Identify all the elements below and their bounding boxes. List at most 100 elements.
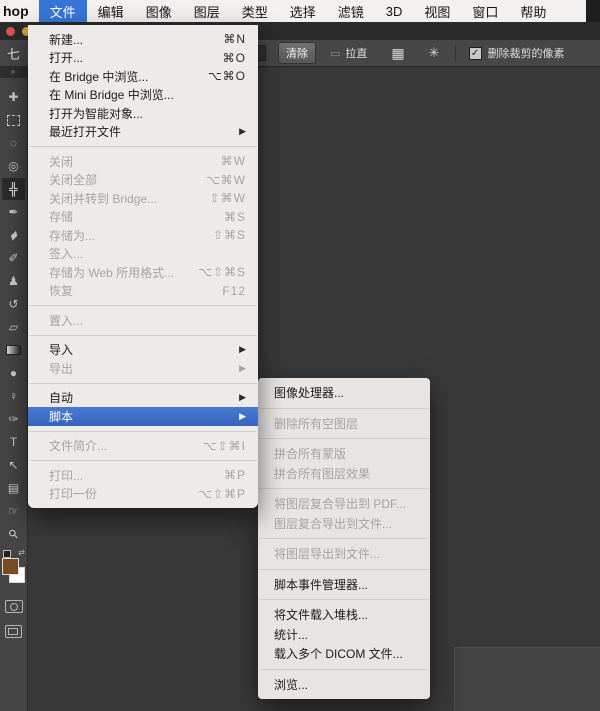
menu-item-shortcut: ⌘P [223, 468, 246, 483]
menu-item[interactable]: 置入... [28, 311, 258, 330]
file-menu-dropdown: 新建... ⌘N 打开... ⌘O 在 Bridge 中浏览... ⌥⌘O 在 Mini B… [28, 25, 258, 508]
menubar-item[interactable]: 3D [375, 0, 414, 22]
crop-tool-icon[interactable]: ╬ [2, 178, 25, 200]
overlay-grid-icon[interactable]: ▦ [391, 45, 404, 62]
menu-item[interactable]: 载入多个 DICOM 文件... [258, 644, 430, 664]
menu-item[interactable]: 统计... [258, 625, 430, 645]
menubar-item[interactable]: 图像 [135, 0, 183, 22]
zoom-tool-icon[interactable]: ⚲ [2, 523, 25, 545]
move-tool-icon[interactable]: ✚ [2, 86, 25, 108]
menu-item[interactable]: 文件简介... ⌥⇧⌘I [28, 437, 258, 456]
app-menu-title[interactable]: hop [0, 0, 39, 22]
menu-item[interactable]: 存储为 Web 所用格式... ⌥⇧⌘S [28, 263, 258, 282]
menu-item[interactable]: 将文件载入堆栈... [258, 605, 430, 625]
gradient-tool-icon[interactable] [2, 339, 25, 361]
pen-tool-icon[interactable]: ✑ [2, 408, 25, 430]
menu-item[interactable]: 脚本 ▶ [28, 407, 258, 426]
menu-item-label: 拼合所有蒙版 [274, 447, 347, 462]
rectangle-tool-icon[interactable]: ▤ [2, 477, 25, 499]
menu-item[interactable]: 关闭全部 ⌥⌘W [28, 171, 258, 190]
menu-item-label: 关闭并转到 Bridge... [49, 191, 158, 206]
menu-item[interactable]: 在 Mini Bridge 中浏览... [28, 86, 258, 105]
clear-button[interactable]: 清除 [278, 42, 317, 64]
menu-item[interactable]: 关闭并转到 Bridge... ⇧⌘W [28, 189, 258, 208]
dodge-tool-icon[interactable]: ♀ [2, 385, 25, 407]
path-selection-tool-icon[interactable]: ↖ [2, 454, 25, 476]
eraser-tool-icon[interactable]: ▱ [2, 316, 25, 338]
menu-item[interactable]: 新建... ⌘N [28, 30, 258, 49]
menu-item-label: 将图层复合导出到 PDF... [274, 497, 407, 512]
menubar-item[interactable]: 图层 [183, 0, 231, 22]
menu-item[interactable]: 将图层导出到文件... [258, 544, 430, 564]
blur-tool-icon[interactable]: ● [2, 362, 25, 384]
menubar-item[interactable]: 帮助 [509, 0, 557, 22]
menu-item[interactable]: 最近打开文件 ▶ [28, 123, 258, 142]
menubar-item[interactable]: 编辑 [87, 0, 135, 22]
menubar-item[interactable]: 类型 [231, 0, 279, 22]
menu-item[interactable]: 删除所有空图层 [258, 414, 430, 434]
menubar-item[interactable]: 滤镜 [327, 0, 375, 22]
menu-item[interactable]: 导出 ▶ [28, 359, 258, 378]
menu-item[interactable]: 将图层复合导出到 PDF... [258, 494, 430, 514]
menu-item[interactable]: 图层复合导出到文件... [258, 514, 430, 534]
menu-item[interactable]: 拼合所有蒙版 [258, 444, 430, 464]
straighten-label: 拉直 [345, 48, 368, 60]
menu-item[interactable]: 在 Bridge 中浏览... ⌥⌘O [28, 67, 258, 86]
menu-item[interactable]: 打印一份 ⌥⇧⌘P [28, 485, 258, 504]
menubar-item[interactable]: 窗口 [461, 0, 509, 22]
menu-item-label: 图像处理器... [274, 386, 345, 401]
menu-item[interactable]: 存储 ⌘S [28, 208, 258, 227]
quick-mask-mode-button[interactable] [4, 600, 23, 613]
screen-mode-button[interactable] [5, 625, 22, 638]
menu-item-label: 在 Mini Bridge 中浏览... [49, 88, 174, 103]
menu-item[interactable]: 存储为... ⇧⌘S [28, 226, 258, 245]
default-colors-icon[interactable] [3, 550, 11, 558]
menu-item[interactable]: 恢复 F12 [28, 282, 258, 301]
crop-settings-gear-icon[interactable]: ✳ [429, 45, 440, 61]
menu-item-label: 关闭 [49, 154, 74, 169]
menu-item[interactable]: 签入... [28, 245, 258, 264]
menu-item[interactable]: 导入 ▶ [28, 341, 258, 360]
checkbox-check-icon: ✓ [468, 46, 482, 60]
menubar-item[interactable]: 文件 [38, 0, 87, 22]
menu-item-shortcut: ⇧⌘S [212, 228, 246, 243]
quick-selection-tool-icon[interactable]: ◎ [2, 155, 25, 177]
menu-item-label: 脚本事件管理器... [274, 577, 369, 592]
panel-corner [454, 647, 600, 711]
menu-item[interactable]: 拼合所有图层效果 [258, 464, 430, 484]
menu-item[interactable]: 打开为智能对象... [28, 104, 258, 123]
delete-cropped-pixels-checkbox[interactable]: ✓ 删除裁剪的像素 [468, 45, 565, 61]
lasso-tool-icon[interactable]: ◌ [2, 132, 25, 154]
rectangular-marquee-tool-icon[interactable] [2, 109, 25, 131]
menu-item-shortcut: ⌘W [220, 154, 246, 169]
menu-item[interactable]: 打开... ⌘O [28, 49, 258, 68]
menubar-item[interactable]: 视图 [413, 0, 461, 22]
brush-tool-icon[interactable]: ✐ [2, 247, 25, 269]
foreground-color-swatch[interactable] [2, 558, 19, 575]
close-button[interactable] [6, 27, 15, 36]
eyedropper-tool-icon[interactable]: ✒ [2, 201, 25, 223]
hand-tool-icon[interactable]: ☞ [2, 500, 25, 522]
menu-item-label: 统计... [274, 627, 309, 642]
menu-item-label: 签入... [49, 247, 84, 262]
menu-item[interactable]: 浏览... [258, 675, 430, 695]
spot-healing-brush-tool-icon[interactable]: ▰ [2, 224, 25, 246]
menu-item[interactable]: 脚本事件管理器... [258, 575, 430, 595]
clone-stamp-tool-icon[interactable]: ♟ [2, 270, 25, 292]
menu-item[interactable]: 自动 ▶ [28, 389, 258, 408]
menu-item[interactable]: 打印... ⌘P [28, 466, 258, 485]
menu-item-shortcut: ⌘N [223, 32, 246, 47]
menu-item[interactable]: 图像处理器... [258, 383, 430, 403]
history-brush-tool-icon[interactable]: ↺ [2, 293, 25, 315]
menu-item-label: 在 Bridge 中浏览... [49, 69, 149, 84]
menubar-item[interactable]: 选择 [279, 0, 327, 22]
submenu-arrow-icon: ▶ [239, 410, 246, 421]
menu-item[interactable]: 关闭 ⌘W [28, 152, 258, 171]
menu-separator [259, 568, 429, 570]
panel-collapse-chevrons-icon[interactable]: » [0, 66, 27, 78]
straighten-button[interactable]: ▭ 拉直 [330, 45, 367, 61]
type-tool-icon[interactable]: T [2, 431, 25, 453]
submenu-arrow-icon: ▶ [239, 344, 246, 355]
swap-colors-icon[interactable]: ⇄ [18, 548, 25, 557]
menu-separator [259, 599, 429, 600]
